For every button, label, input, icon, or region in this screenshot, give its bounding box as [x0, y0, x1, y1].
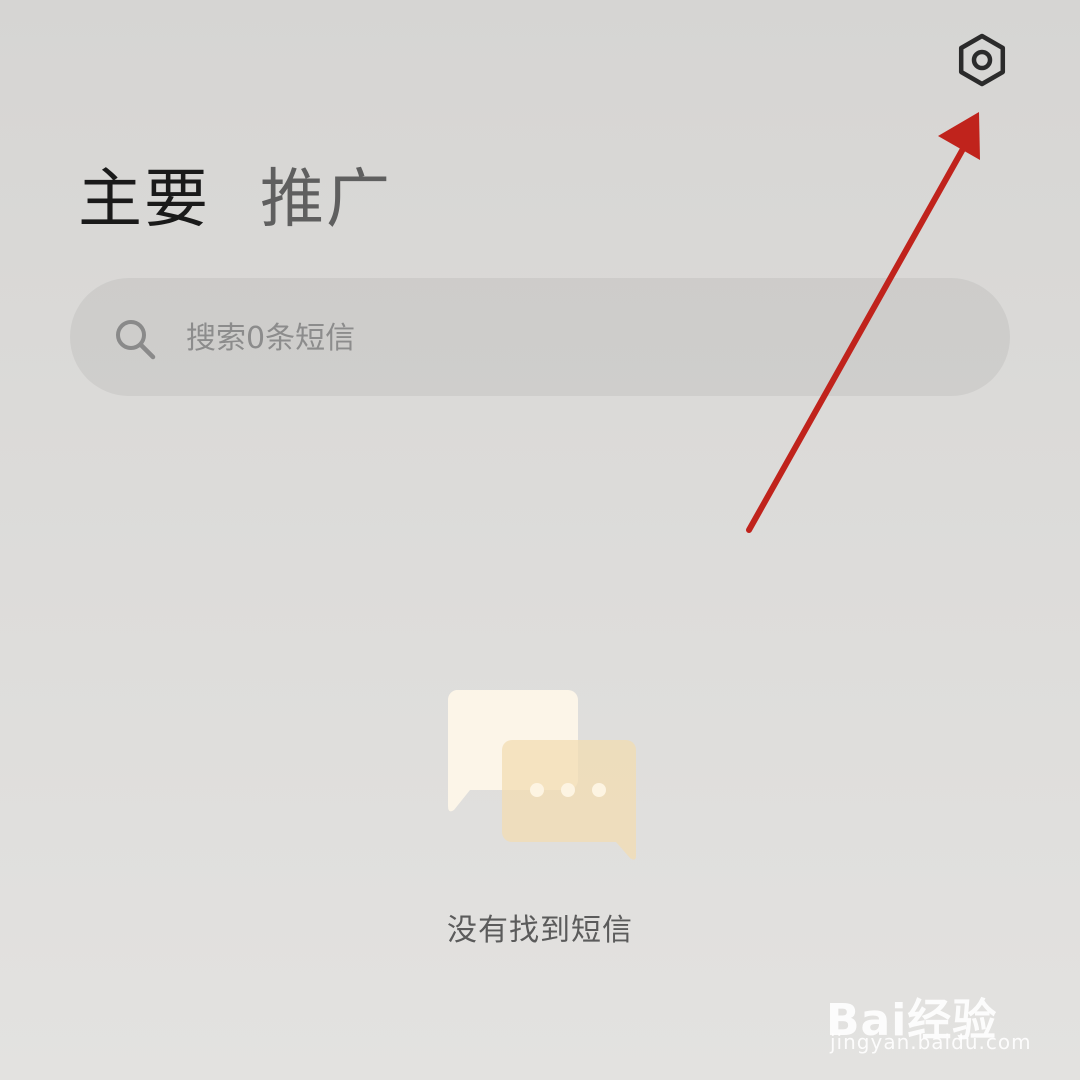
settings-icon [958, 33, 1006, 87]
watermark-brand: Bai经验 [826, 995, 998, 1046]
settings-button[interactable] [950, 28, 1014, 92]
tab-promotions[interactable]: 推广 [260, 160, 392, 240]
watermark: Bai经验 jingyan.baidu.com [826, 962, 1036, 1062]
watermark-url: jingyan.baidu.com [830, 1030, 1032, 1054]
search-icon [116, 320, 156, 360]
tab-bar: 主要 推广 [78, 160, 392, 240]
empty-state-message: 没有找到短信 [447, 913, 633, 948]
tab-main[interactable]: 主要 [78, 160, 210, 240]
chat-bubbles-icon [447, 690, 636, 860]
search-placeholder: 搜索0条短信 [186, 321, 356, 356]
